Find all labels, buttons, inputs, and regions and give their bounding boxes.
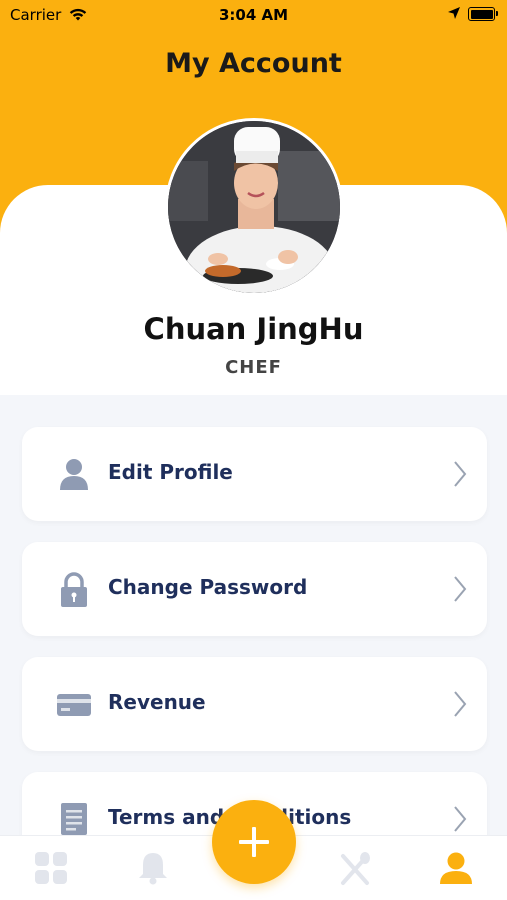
menu-item-change-password[interactable]: Change Password — [22, 542, 487, 636]
chevron-right-icon — [452, 690, 468, 718]
tab-menu[interactable] — [337, 850, 373, 886]
chevron-right-icon — [452, 575, 468, 603]
profile-name: Chuan JingHu — [143, 312, 364, 346]
chef-photo — [168, 121, 340, 293]
page-title: My Account — [165, 48, 342, 79]
profile-role: CHEF — [225, 357, 282, 378]
user-icon — [56, 456, 92, 492]
tab-dashboard[interactable] — [33, 850, 69, 886]
menu-item-edit-profile[interactable]: Edit Profile — [22, 427, 487, 521]
battery-icon — [468, 7, 498, 21]
tab-notifications[interactable] — [135, 850, 171, 886]
avatar — [165, 118, 343, 296]
document-icon — [56, 801, 92, 837]
dashboard-icon — [35, 852, 67, 884]
lock-icon — [56, 571, 92, 607]
add-button[interactable] — [212, 800, 296, 884]
tab-account[interactable] — [438, 850, 474, 886]
chevron-right-icon — [452, 805, 468, 833]
card-icon — [56, 686, 92, 722]
menu-item-revenue[interactable]: Revenue — [22, 657, 487, 751]
clock: 3:04 AM — [218, 6, 289, 24]
bell-icon — [139, 853, 167, 885]
menu-item-label: Change Password — [108, 575, 308, 599]
account-icon — [440, 852, 472, 884]
add-icon — [239, 827, 269, 857]
menu-item-label: Revenue — [108, 690, 206, 714]
utensils-icon — [341, 852, 370, 885]
menu-item-label: Edit Profile — [108, 460, 233, 484]
chevron-right-icon — [452, 460, 468, 488]
location-arrow-icon — [447, 6, 461, 24]
status-bar: Carrier 3:04 AM — [0, 0, 507, 30]
